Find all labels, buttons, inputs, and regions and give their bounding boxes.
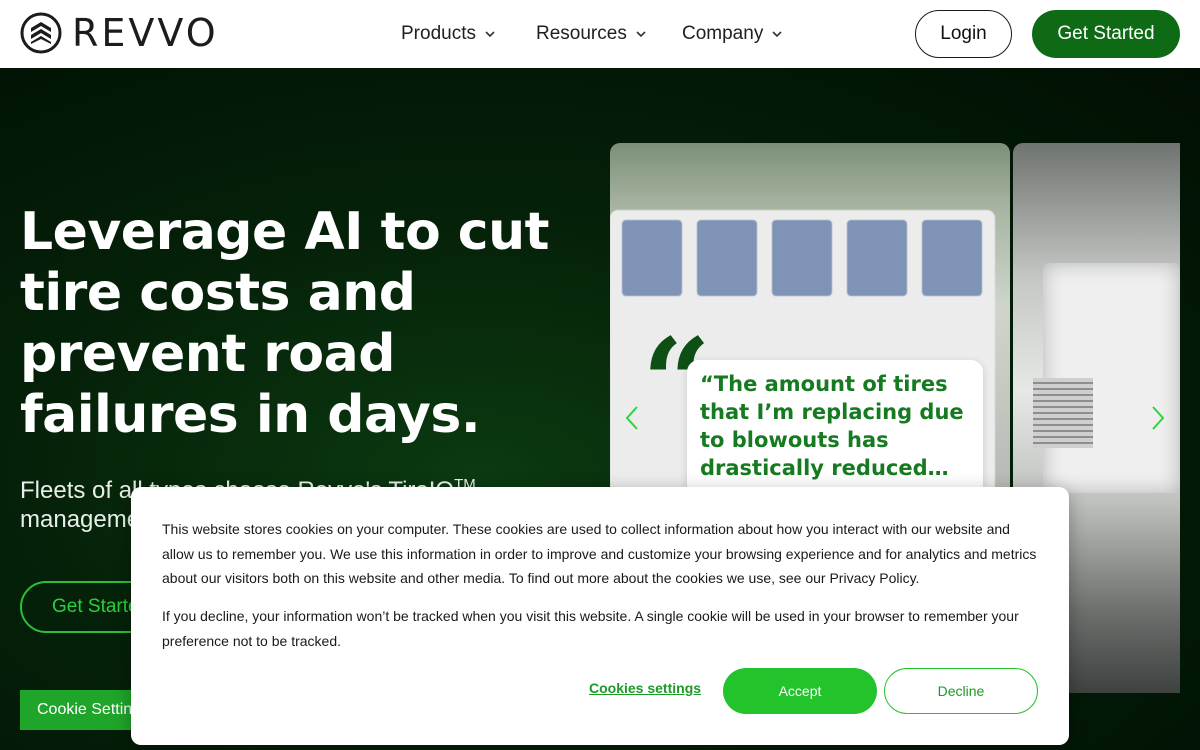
chevron-down-icon bbox=[772, 31, 782, 38]
nav-item-company[interactable]: Company bbox=[682, 20, 792, 48]
cookie-text-1: This website stores cookies on your comp… bbox=[162, 521, 1037, 586]
cookies-settings-link[interactable]: Cookies settings bbox=[589, 680, 701, 696]
dashboard-tile bbox=[772, 220, 832, 296]
testimonial-quote: “The amount of tires that I’m replacing … bbox=[700, 372, 964, 480]
nav-item-label: Products bbox=[401, 23, 476, 44]
accept-button[interactable]: Accept bbox=[723, 668, 877, 714]
revvo-logo[interactable]: REVVO bbox=[20, 12, 219, 54]
chevron-down-icon bbox=[636, 31, 646, 38]
arrow-right-icon[interactable] bbox=[1151, 405, 1165, 431]
revvo-logo-icon bbox=[20, 12, 62, 54]
nav-item-resources[interactable]: Resources bbox=[536, 20, 682, 48]
dashboard-tile bbox=[847, 220, 907, 296]
decline-button[interactable]: Decline bbox=[884, 668, 1038, 714]
get-started-button[interactable]: Get Started bbox=[1032, 10, 1180, 58]
logo-text: REVVO bbox=[72, 11, 219, 55]
dashboard-tile bbox=[922, 220, 982, 296]
dashboard-tile bbox=[697, 220, 757, 296]
truck-step bbox=[1033, 378, 1093, 448]
nav-item-label: Resources bbox=[536, 23, 627, 44]
chevron-down-icon bbox=[485, 31, 495, 38]
cookie-text-2: If you decline, your information won’t b… bbox=[162, 608, 1019, 649]
dashboard-tile bbox=[622, 220, 682, 296]
login-button[interactable]: Login bbox=[915, 10, 1012, 58]
cookie-consent-banner: This website stores cookies on your comp… bbox=[131, 487, 1069, 745]
nav-item-label: Company bbox=[682, 23, 764, 44]
top-navigation: REVVO Products Resources Company Login G… bbox=[0, 0, 1200, 68]
arrow-left-icon[interactable] bbox=[625, 405, 639, 431]
nav-item-products[interactable]: Products bbox=[401, 20, 536, 48]
main-menu: Products Resources Company bbox=[401, 20, 792, 48]
hero-title: Leverage AI to cut tire costs and preven… bbox=[20, 202, 549, 445]
